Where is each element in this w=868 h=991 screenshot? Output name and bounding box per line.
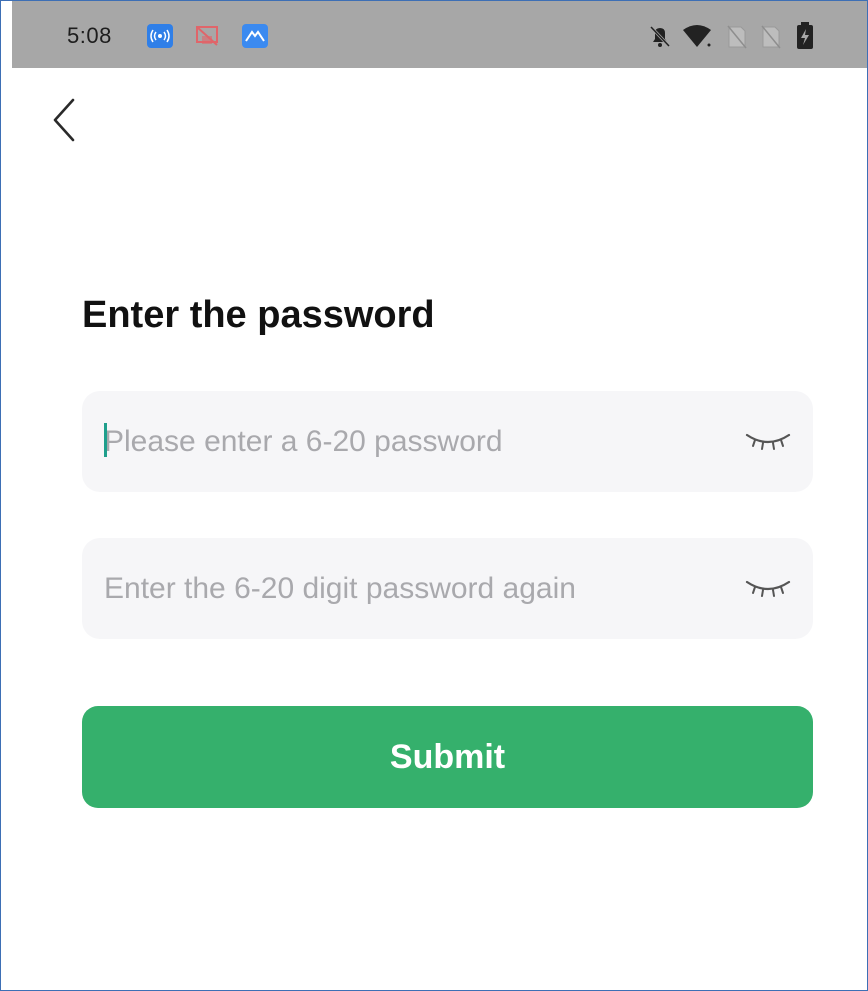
wifi-icon <box>681 21 713 56</box>
confirm-password-input[interactable] <box>104 538 724 639</box>
page-title: Enter the password <box>82 294 435 336</box>
text-cursor <box>104 423 107 457</box>
back-button[interactable] <box>49 96 83 144</box>
chevron-left-icon <box>53 98 75 142</box>
eye-closed-icon[interactable] <box>743 425 793 455</box>
mountain-app-icon <box>242 24 268 48</box>
status-time: 5:08 <box>67 23 112 48</box>
screen-cast-off-icon <box>194 24 220 48</box>
password-input[interactable] <box>104 391 724 492</box>
confirm-password-field[interactable] <box>82 538 813 639</box>
no-sim-icon <box>725 21 749 56</box>
status-bar: 5:08 <box>12 1 867 68</box>
no-sim-icon <box>759 21 783 56</box>
password-field[interactable] <box>82 391 813 492</box>
notifications-muted-icon <box>645 21 675 56</box>
app-screen: 5:08 Enter the password Submit <box>0 0 868 991</box>
battery-charging-icon <box>795 21 815 56</box>
eye-closed-icon[interactable] <box>743 572 793 602</box>
submit-button[interactable]: Submit <box>82 706 813 808</box>
radio-broadcast-icon <box>147 24 173 48</box>
